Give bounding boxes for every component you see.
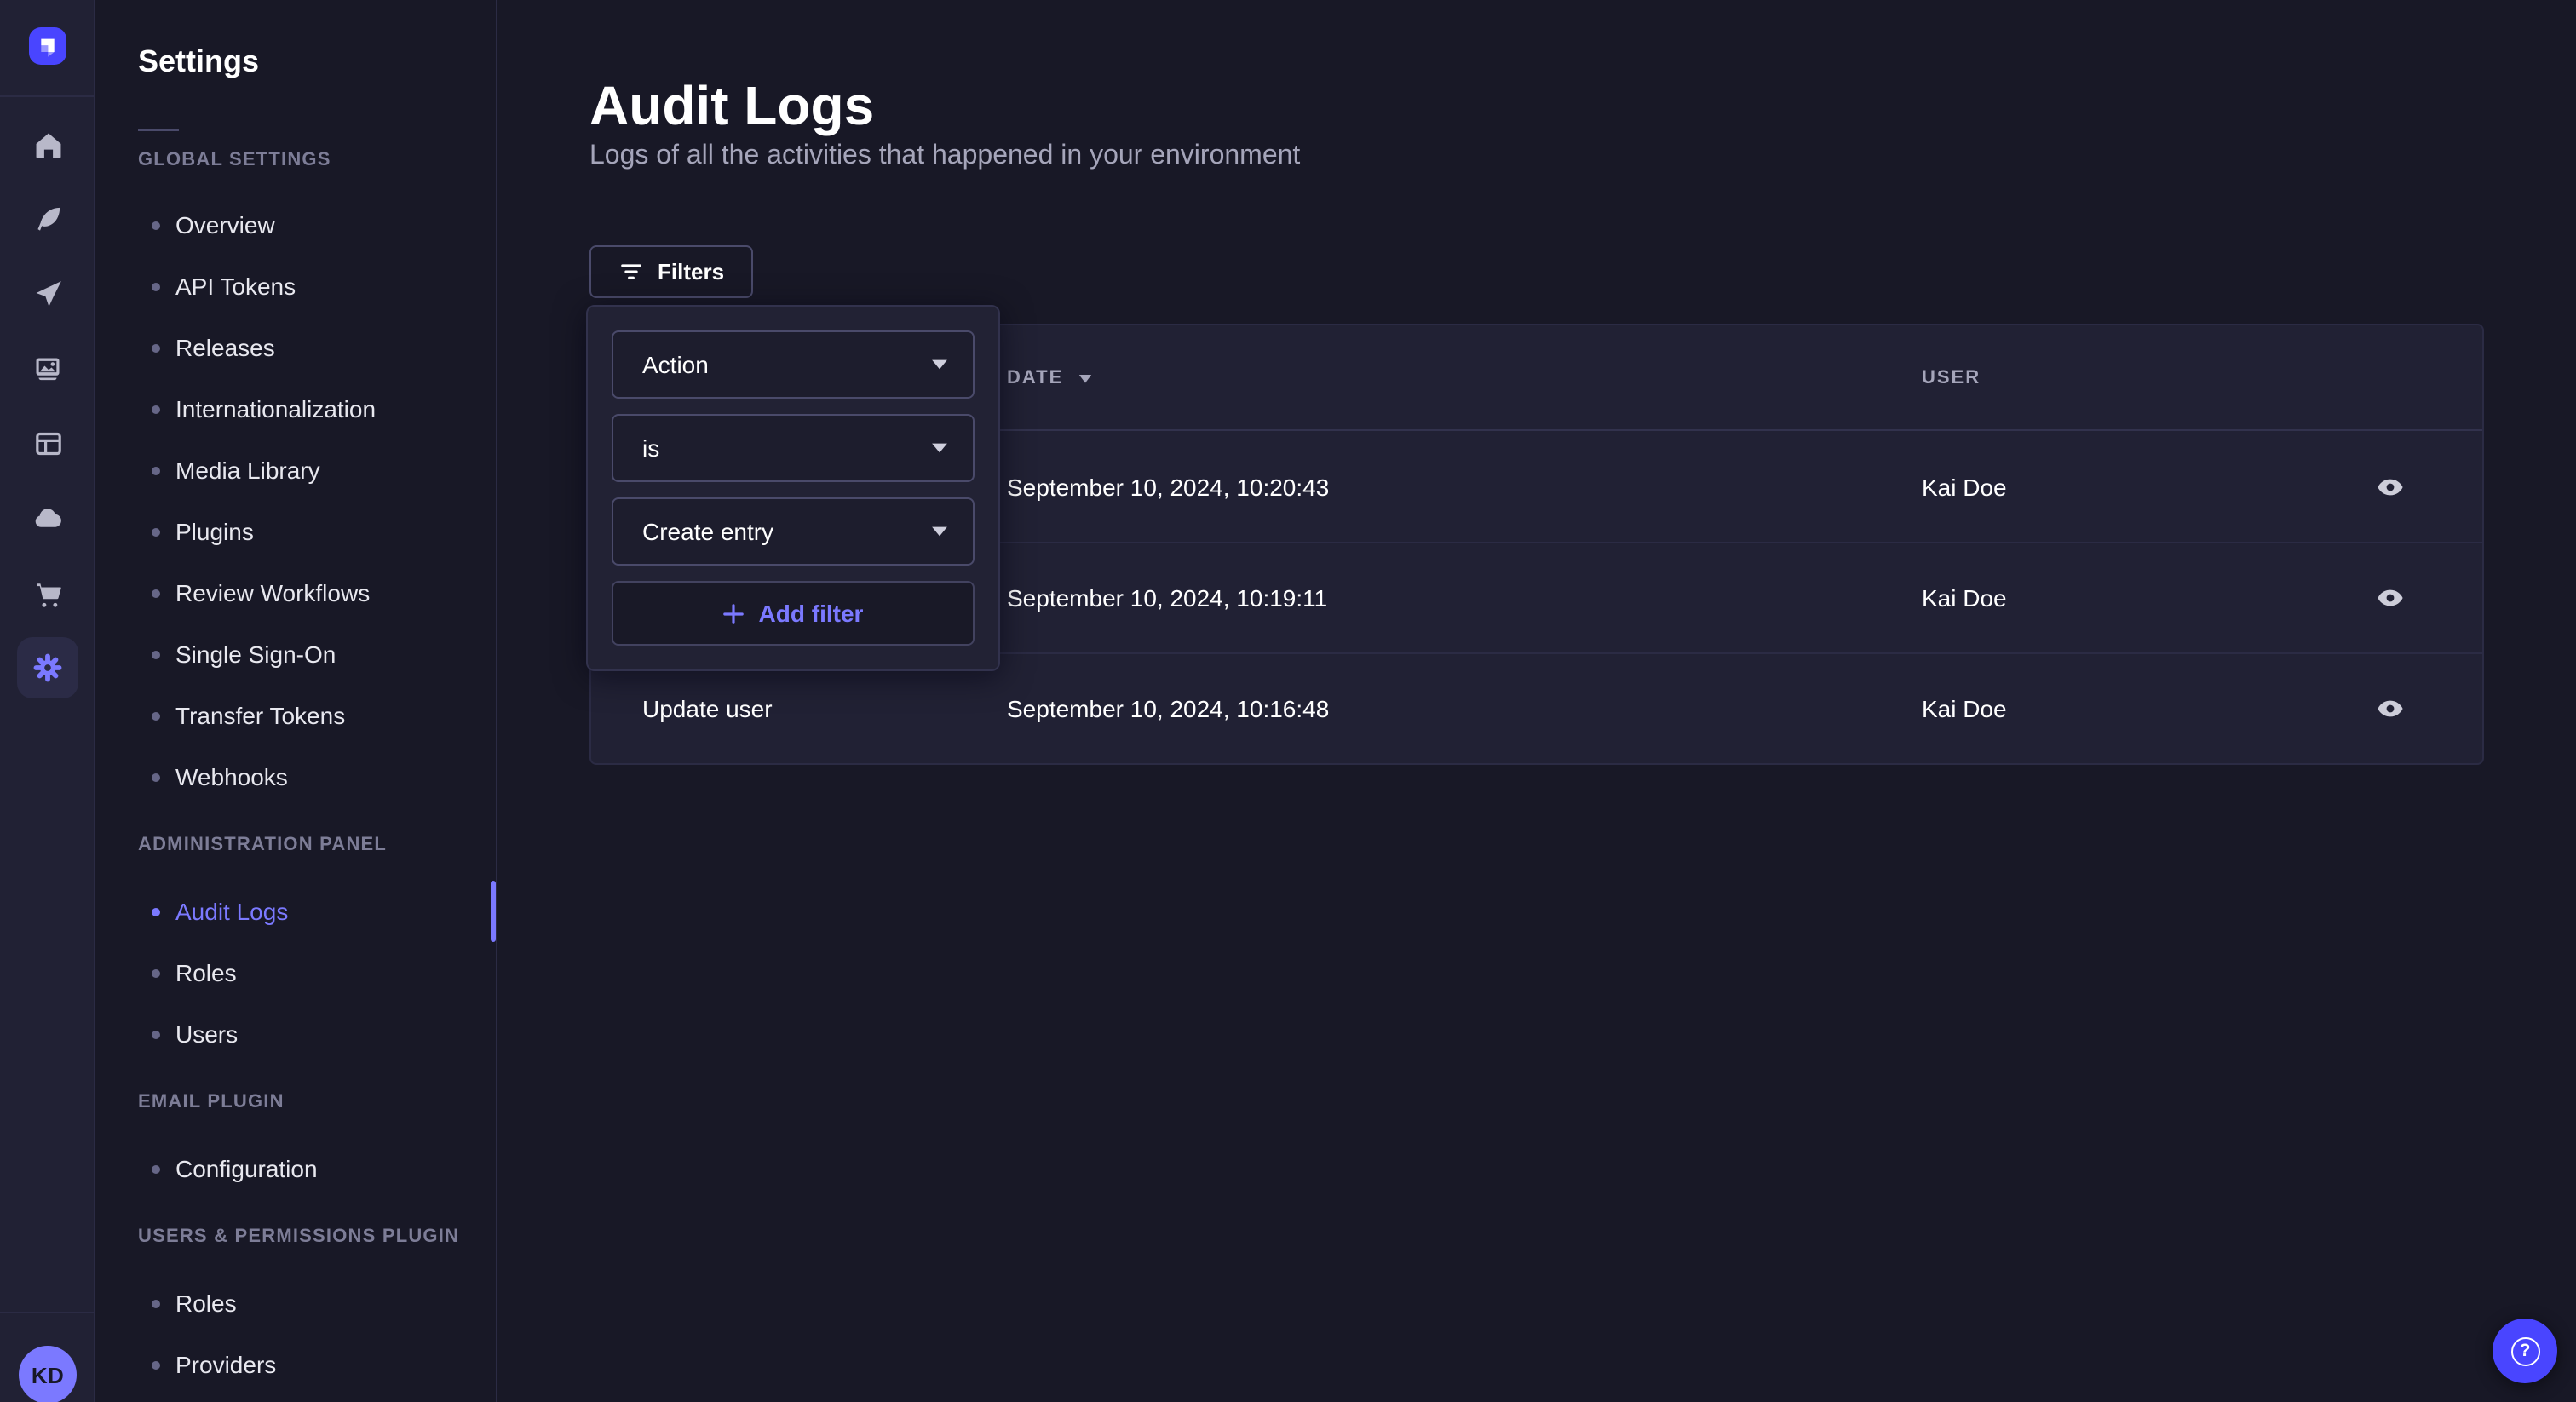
icon-rail: KD <box>0 0 95 1402</box>
sidebar-item-transfer-tokens[interactable]: Transfer Tokens <box>95 685 496 746</box>
chevron-down-icon <box>930 441 949 455</box>
gear-icon <box>32 652 63 683</box>
filter-value-select[interactable]: Create entry <box>612 497 975 566</box>
filter-operator-select[interactable]: is <box>612 414 975 482</box>
sidebar-item-webhooks[interactable]: Webhooks <box>95 746 496 807</box>
section-label-global-settings: Global Settings <box>138 150 496 172</box>
sidebar-item-home[interactable] <box>14 111 82 179</box>
avatar[interactable]: KD <box>19 1346 77 1402</box>
sidebar-item-admin-users[interactable]: Users <box>95 1003 496 1065</box>
subnav-heading: Settings <box>138 43 496 80</box>
bullet-dot <box>152 405 160 413</box>
eye-icon <box>2377 584 2404 612</box>
eye-icon <box>2377 473 2404 500</box>
home-icon <box>33 130 62 159</box>
cell-action: Update user <box>642 695 1007 722</box>
filter-icon <box>618 259 644 284</box>
sidebar-item-cloud[interactable] <box>14 484 82 552</box>
help-button[interactable]: ? <box>2493 1319 2557 1383</box>
page-subtitle: Logs of all the activities that happened… <box>589 141 2484 172</box>
page-title: Audit Logs <box>589 72 2484 140</box>
filter-field-select[interactable]: Action <box>612 330 975 399</box>
bullet-dot <box>152 907 160 916</box>
eye-icon <box>2377 695 2404 722</box>
settings-subnav: Settings Global Settings Overview API To… <box>95 0 497 1402</box>
bullet-dot <box>152 711 160 720</box>
filter-popover: Action is Create entry <box>586 305 1000 671</box>
nav-list-administration-panel: Audit Logs Roles Users <box>95 881 496 1065</box>
column-header-date[interactable]: Date <box>1007 367 1922 388</box>
plus-icon <box>723 602 745 624</box>
heading-divider <box>138 129 179 131</box>
strapi-admin-window: KD Settings Global Settings Overview API… <box>0 0 2576 1402</box>
bullet-dot <box>152 1030 160 1038</box>
bullet-dot <box>152 466 160 474</box>
sidebar-item-deploy[interactable] <box>14 259 82 327</box>
nav-list-global-settings: Overview API Tokens Releases Internation… <box>95 194 496 807</box>
media-stack-icon <box>32 354 63 385</box>
caret-down-icon <box>1077 371 1094 384</box>
bullet-dot <box>152 968 160 977</box>
main-content: Audit Logs Logs of all the activities th… <box>497 0 2576 1402</box>
paper-plane-icon <box>33 279 62 307</box>
bullet-dot <box>152 282 160 290</box>
sidebar-item-email-configuration[interactable]: Configuration <box>95 1138 496 1199</box>
bullet-dot <box>152 221 160 229</box>
bullet-dot <box>152 1360 160 1369</box>
sidebar-item-plugins[interactable]: Plugins <box>95 501 496 562</box>
sidebar-item-audit-logs[interactable]: Audit Logs <box>95 881 496 942</box>
strapi-logo[interactable] <box>29 27 66 65</box>
filters-button[interactable]: Filters <box>589 245 753 298</box>
bullet-dot <box>152 1299 160 1307</box>
cell-date: September 10, 2024, 10:20:43 <box>1007 473 1922 500</box>
section-label-administration-panel: Administration Panel <box>138 835 496 857</box>
sidebar-item-internationalization[interactable]: Internationalization <box>95 378 496 440</box>
sidebar-item-review-workflows[interactable]: Review Workflows <box>95 562 496 623</box>
question-mark-icon: ? <box>2510 1336 2539 1365</box>
bullet-dot <box>152 773 160 781</box>
sidebar-item-media-library[interactable] <box>14 336 82 404</box>
sidebar-item-media-library-settings[interactable]: Media Library <box>95 440 496 501</box>
chevron-down-icon <box>930 525 949 538</box>
bullet-dot <box>152 527 160 536</box>
active-indicator <box>491 881 496 942</box>
bullet-dot <box>152 650 160 658</box>
sidebar-item-marketplace[interactable] <box>14 560 82 629</box>
cell-date: September 10, 2024, 10:16:48 <box>1007 695 1922 722</box>
sidebar-item-content-manager[interactable] <box>14 409 82 477</box>
rail-divider <box>0 1312 95 1313</box>
sidebar-item-overview[interactable]: Overview <box>95 194 496 256</box>
cell-user: Kai Doe <box>1922 473 2349 500</box>
sidebar-item-up-roles[interactable]: Roles <box>95 1273 496 1334</box>
bullet-dot <box>152 589 160 597</box>
bullet-dot <box>152 1164 160 1173</box>
view-details-button[interactable] <box>2366 685 2414 733</box>
view-details-button[interactable] <box>2366 463 2414 510</box>
nav-list-users-permissions: Roles Providers <box>95 1273 496 1395</box>
sidebar-item-content-type-builder[interactable] <box>14 184 82 252</box>
sidebar-item-admin-roles[interactable]: Roles <box>95 942 496 1003</box>
strapi-logo-icon <box>36 34 60 58</box>
sidebar-item-releases[interactable]: Releases <box>95 317 496 378</box>
layout-icon <box>33 428 62 457</box>
bullet-dot <box>152 343 160 352</box>
cell-user: Kai Doe <box>1922 584 2349 612</box>
cell-date: September 10, 2024, 10:19:11 <box>1007 584 1922 612</box>
cart-icon <box>33 580 62 609</box>
sidebar-item-up-providers[interactable]: Providers <box>95 1334 496 1395</box>
add-filter-button[interactable]: Add filter <box>612 581 975 646</box>
sidebar-item-single-sign-on[interactable]: Single Sign-On <box>95 623 496 685</box>
cloud-icon <box>32 503 63 533</box>
nav-list-email-plugin: Configuration <box>95 1138 496 1199</box>
chevron-down-icon <box>930 358 949 371</box>
sidebar-item-api-tokens[interactable]: API Tokens <box>95 256 496 317</box>
cell-user: Kai Doe <box>1922 695 2349 722</box>
section-label-users-permissions-plugin: Users & Permissions plugin <box>138 1227 496 1249</box>
quill-icon <box>33 204 62 233</box>
sidebar-item-settings[interactable] <box>17 637 78 698</box>
section-label-email-plugin: Email Plugin <box>138 1092 496 1114</box>
rail-divider <box>0 95 95 97</box>
column-header-user: User <box>1922 367 2349 388</box>
view-details-button[interactable] <box>2366 574 2414 622</box>
